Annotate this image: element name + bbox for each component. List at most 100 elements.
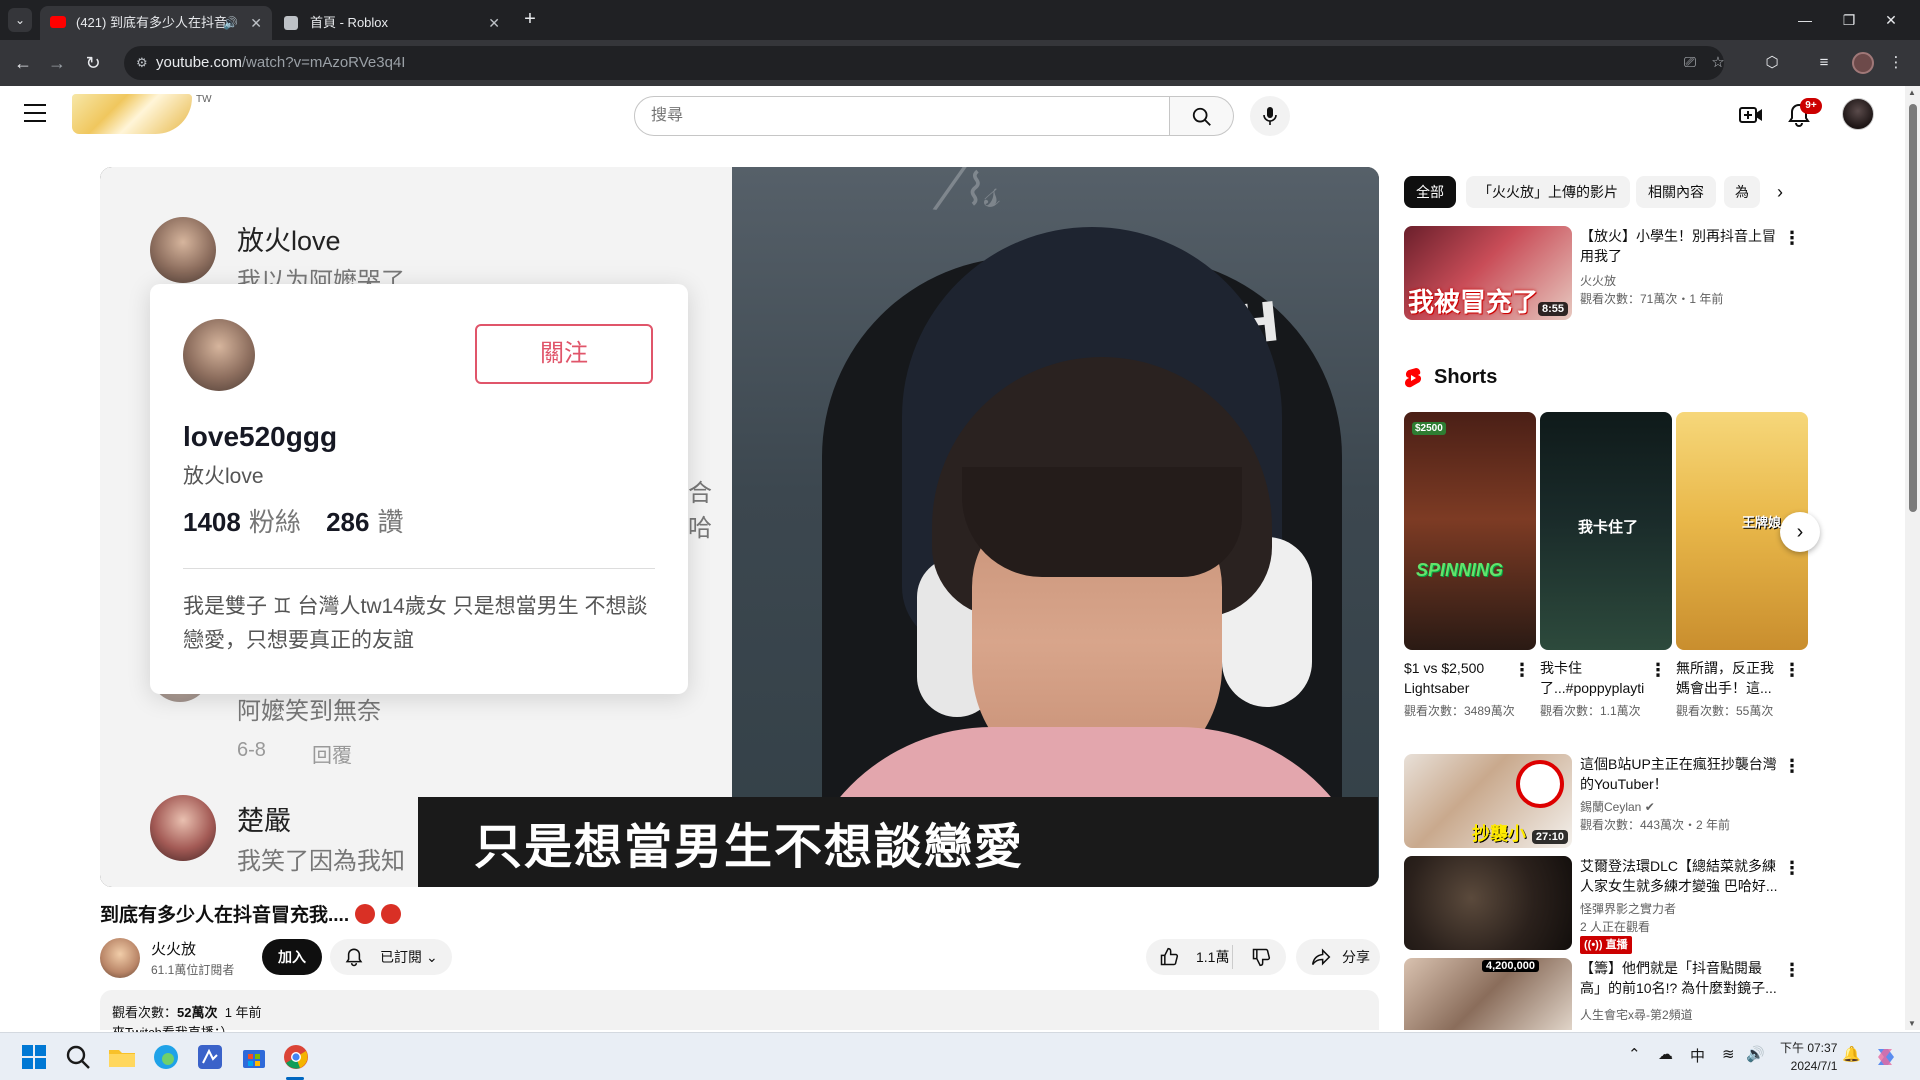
search-button[interactable] <box>1170 96 1234 136</box>
account-avatar[interactable] <box>1842 98 1874 130</box>
more-options-icon[interactable]: ⋮ <box>1648 658 1668 682</box>
more-options-icon[interactable]: ⋮ <box>1782 754 1802 778</box>
live-signal-icon: ((•)) <box>1584 939 1603 951</box>
subscribed-button[interactable]: 已訂閱 ⌄ <box>330 939 452 975</box>
tab-search-button[interactable]: ⌄ <box>8 8 32 32</box>
related-thumbnail[interactable] <box>1404 856 1572 950</box>
likes-count: 286 <box>326 507 370 537</box>
cast-icon[interactable]: ⎚ <box>1680 53 1700 73</box>
shorts-next-button[interactable]: › <box>1780 512 1820 552</box>
windows-taskbar: ⌃ ☁ 中 ≋ 🔊 下午 07:37 2024/7/1 🔔 <box>0 1032 1920 1080</box>
video-player[interactable]: 放火love 我以为阿嬤哭了 合哈 阿嬤笑到無奈 6-8 回覆 楚嚴 我笑了因為… <box>100 167 1379 887</box>
windows-start-icon[interactable] <box>18 1041 50 1073</box>
address-bar[interactable]: ⚙ youtube.com/watch?v=mAzoRVe3q4I ⎚ ☆ <box>124 46 1725 80</box>
view-date-line: 觀看次數：52萬次 1 年前 <box>112 1005 262 1020</box>
share-button[interactable]: 分享 <box>1296 939 1380 975</box>
close-tab-icon[interactable]: ✕ <box>250 6 262 40</box>
related-channel[interactable]: 火火放 <box>1580 272 1616 289</box>
more-options-icon[interactable]: ⋮ <box>1512 658 1532 682</box>
short-thumbnail[interactable]: 我卡住了 <box>1540 412 1672 650</box>
related-channel[interactable]: 錫蘭Ceylan ✔ <box>1580 798 1655 815</box>
reload-button[interactable]: ↻ <box>78 48 108 78</box>
related-thumbnail[interactable]: 我被冒充了 8:55 <box>1404 226 1572 320</box>
forward-button[interactable]: → <box>42 48 72 78</box>
create-video-icon[interactable] <box>1738 102 1764 128</box>
close-window-button[interactable]: ✕ <box>1862 0 1920 40</box>
more-options-icon[interactable]: ⋮ <box>1782 226 1802 250</box>
related-channel[interactable]: 人生會宅x尋-第2頻道 <box>1580 1006 1693 1023</box>
join-button[interactable]: 加入 <box>262 939 322 975</box>
voice-search-button[interactable] <box>1250 96 1290 136</box>
tab-youtube[interactable]: (421) 到底有多少人在抖音冒充我.... 🔊 ✕ <box>40 6 272 40</box>
page-scrollbar[interactable]: ▲ ▼ <box>1905 86 1920 1030</box>
scrollbar-thumb[interactable] <box>1909 104 1917 512</box>
url-text[interactable]: youtube.com/watch?v=mAzoRVe3q4I <box>156 46 405 80</box>
menu-icon[interactable] <box>24 104 46 122</box>
scroll-down-icon[interactable]: ▼ <box>1908 1019 1916 1028</box>
short-title[interactable]: 我卡住了...#poppyplayti <box>1540 658 1650 698</box>
related-thumbnail[interactable]: 抄襲小 27:10 <box>1404 754 1572 848</box>
like-count[interactable]: 1.1萬 <box>1196 949 1229 965</box>
more-options-icon[interactable]: ⋮ <box>1782 658 1802 682</box>
thumbs-down-icon[interactable] <box>1250 947 1272 967</box>
angry-emoji-icon <box>355 904 376 924</box>
scroll-up-icon[interactable]: ▲ <box>1908 88 1916 97</box>
related-thumbnail[interactable]: 4,200,000 <box>1404 958 1572 1030</box>
search-box[interactable] <box>634 96 1170 136</box>
onedrive-cloud-icon[interactable]: ☁ <box>1658 1045 1673 1063</box>
short-thumbnail[interactable]: $2500 SPINNING <box>1404 412 1536 650</box>
subscriber-count: 61.1萬位訂閱者 <box>151 963 235 977</box>
site-info-icon[interactable]: ⚙ <box>136 54 154 72</box>
back-button[interactable]: ← <box>8 48 38 78</box>
video-frame-streamer: ╱⌇𝓈 HOLOMYTH ⋀⋀ <box>732 167 1379 887</box>
comment-date: 6-8 <box>237 739 266 761</box>
related-video-title[interactable]: 這個B站UP主正在瘋狂抄襲台灣的YouTuber！ <box>1580 754 1780 794</box>
chrome-menu-icon[interactable]: ⋮ <box>1884 51 1908 75</box>
bookmark-star-icon[interactable]: ☆ <box>1708 53 1728 73</box>
extensions-icon[interactable]: ⬡ <box>1760 51 1784 75</box>
related-video-title[interactable]: 艾爾登法環DLC【總結菜就多練人家女生就多練才變強 巴哈好... <box>1580 856 1780 896</box>
thumbs-up-icon[interactable] <box>1158 947 1180 967</box>
description-box[interactable]: 觀看次數：52萬次 1 年前 來Twitch看我直播：） <box>100 990 1379 1040</box>
taskbar-search-icon[interactable] <box>62 1041 94 1073</box>
visual-studio-icon[interactable] <box>194 1041 226 1073</box>
chip-channel-uploads[interactable]: 「火火放」上傳的影片 <box>1466 176 1630 208</box>
system-clock[interactable]: 下午 07:37 2024/7/1 <box>1780 1039 1837 1075</box>
search-input[interactable] <box>651 97 1151 135</box>
more-options-icon[interactable]: ⋮ <box>1782 958 1802 982</box>
media-controls-icon[interactable]: ≡ <box>1812 51 1836 75</box>
volume-icon[interactable]: 🔊 <box>1746 1045 1765 1063</box>
copilot-icon[interactable] <box>1872 1043 1900 1071</box>
related-video-title[interactable]: 【放火】小學生！別再抖音上冒用我了 <box>1580 226 1780 266</box>
chip-for-you[interactable]: 為 <box>1724 176 1760 208</box>
notification-center-icon[interactable]: 🔔 <box>1842 1045 1861 1063</box>
close-tab-icon[interactable]: ✕ <box>488 6 500 40</box>
microsoft-store-icon[interactable] <box>238 1041 270 1073</box>
chip-all[interactable]: 全部 <box>1404 176 1456 208</box>
wifi-icon[interactable]: ≋ <box>1722 1045 1735 1063</box>
country-code: TW <box>196 94 212 105</box>
input-method-indicator[interactable]: 中 <box>1690 1045 1705 1066</box>
profile-popup-card: 關注 love520ggg 放火love 1408 粉絲 286 讚 我是雙子 ♊ … <box>150 284 688 694</box>
chip-related[interactable]: 相關內容 <box>1636 176 1716 208</box>
audio-playing-icon[interactable]: 🔊 <box>223 6 238 40</box>
related-channel[interactable]: 怪彈界影之實力者 <box>1580 900 1676 917</box>
followers-count: 1408 <box>183 507 241 537</box>
video-subtitle-bar: 只是想當男生不想談戀愛 <box>418 797 1378 887</box>
short-title[interactable]: 無所謂，反正我媽會出手！這... <box>1676 658 1786 698</box>
search-icon <box>1192 107 1211 126</box>
more-options-icon[interactable]: ⋮ <box>1782 856 1802 880</box>
tab-roblox[interactable]: 首頁 - Roblox ✕ <box>274 6 510 40</box>
file-explorer-icon[interactable] <box>106 1041 138 1073</box>
chip-next-icon[interactable]: › <box>1764 176 1796 208</box>
related-video-title[interactable]: 【籌】他們就是「抖音點閱最高」的前10名!? 為什麼對鏡子... <box>1580 958 1780 998</box>
browser-profile-avatar[interactable] <box>1852 52 1874 74</box>
new-tab-button[interactable]: + <box>518 8 542 32</box>
edge-browser-icon[interactable] <box>150 1041 182 1073</box>
channel-avatar[interactable] <box>100 938 140 978</box>
tray-overflow-chevron-icon[interactable]: ⌃ <box>1628 1045 1641 1063</box>
chrome-taskbar-icon[interactable] <box>280 1041 312 1073</box>
youtube-doodle-logo[interactable] <box>72 94 192 134</box>
channel-name[interactable]: 火火放 <box>151 938 196 959</box>
short-title[interactable]: $1 vs $2,500 Lightsaber <box>1404 658 1514 698</box>
